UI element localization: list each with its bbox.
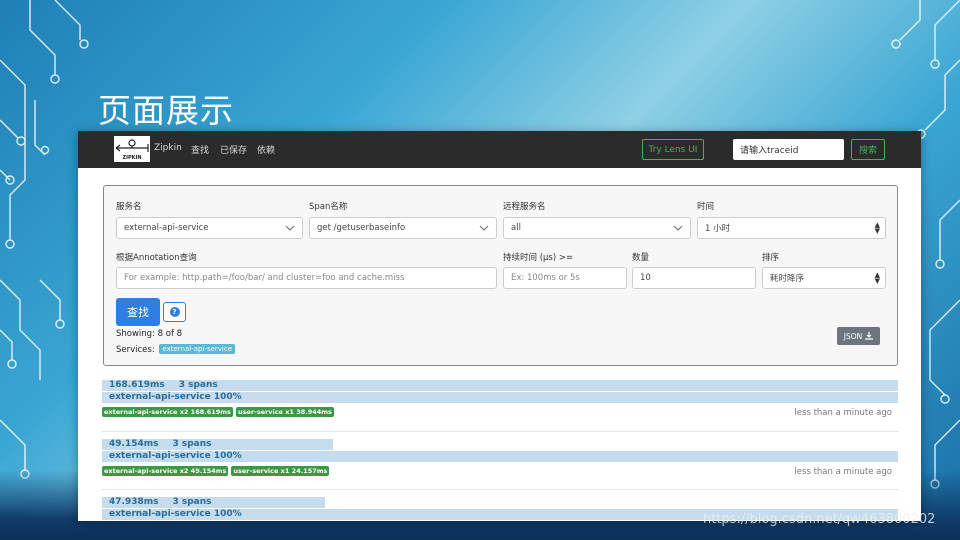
logo-text: ZIPKIN — [122, 155, 141, 161]
trace-timestamp: less than a minute ago — [794, 467, 892, 477]
trace-span-count: 3 spans — [172, 439, 212, 449]
duration-input[interactable]: Ex: 100ms or 5s — [503, 267, 627, 289]
search-panel: 服务名 external-api-service Span名称 get /get… — [103, 185, 898, 366]
trace-row[interactable]: 49.154ms 3 spans external-api-service 100… — [102, 439, 898, 479]
annotation-input[interactable]: For example: http.path=/foo/bar/ and clu… — [116, 267, 497, 289]
find-button[interactable]: 查找 — [116, 298, 160, 326]
json-button[interactable]: JSON — [837, 327, 880, 345]
trace-tags: external-api-service x2 49.154ms user-se… — [102, 466, 330, 476]
zipkin-logo[interactable]: ZIPKIN — [114, 136, 150, 162]
service-tag: user-service x1 24.157ms — [231, 466, 330, 476]
remote-service-select-value: all — [511, 223, 521, 233]
service-tag: external-api-service x2 49.154ms — [102, 466, 229, 476]
updown-arrows-icon: ▲ ▼ — [874, 221, 880, 235]
json-button-label: JSON — [843, 331, 863, 341]
duration-label: 持续时间 (μs) >= — [503, 253, 574, 263]
try-lens-ui-button[interactable]: Try Lens UI — [642, 139, 704, 160]
navbar: ZIPKIN Zipkin 查找 已保存 依赖 Try Lens UI 请输入t… — [78, 131, 921, 168]
span-name-label: Span名称 — [309, 202, 348, 212]
updown-arrows-icon: ▲ ▼ — [874, 271, 880, 285]
chevron-down-icon — [285, 225, 295, 231]
time-label: 时间 — [697, 202, 715, 212]
row-divider — [102, 431, 898, 432]
services-label: Services: — [116, 345, 155, 355]
trace-duration-bar: 49.154ms 3 spans — [102, 439, 333, 450]
brand-name[interactable]: Zipkin — [154, 143, 182, 153]
nav-link-saved[interactable]: 已保存 — [220, 143, 247, 156]
span-name-select[interactable]: get /getuserbaseinfo — [309, 217, 497, 239]
trace-service-bar: external-api-service 100% — [102, 392, 898, 403]
nav-link-find[interactable]: 查找 — [191, 143, 209, 156]
remote-service-label: 远程服务名 — [503, 202, 546, 212]
time-select-value: 1 小时 — [705, 224, 731, 234]
row-divider — [102, 489, 898, 490]
service-tag: external-api-service x2 168.619ms — [102, 407, 233, 417]
download-icon — [865, 332, 874, 340]
service-select-value: external-api-service — [124, 223, 209, 233]
trace-duration-bar: 47.938ms 3 spans — [102, 497, 325, 508]
chevron-down-icon — [673, 225, 683, 231]
slide-title: 页面展示 — [98, 91, 234, 130]
trace-duration: 49.154ms — [109, 439, 159, 449]
trace-row[interactable]: 168.619ms 3 spans external-api-service 10… — [102, 380, 898, 420]
sort-select-value: 耗时降序 — [770, 274, 805, 284]
watermark: https://blog.csdn.net/qw463800202 — [703, 512, 936, 527]
chevron-down-icon — [479, 225, 489, 231]
zipkin-screenshot: ZIPKIN Zipkin 查找 已保存 依赖 Try Lens UI 请输入t… — [78, 131, 921, 521]
help-button[interactable]: ? — [163, 302, 186, 322]
trace-tags: external-api-service x2 168.619ms user-s… — [102, 407, 334, 417]
nav-link-dependencies[interactable]: 依赖 — [257, 143, 275, 156]
showing-count: Showing: 8 of 8 — [116, 329, 183, 339]
service-label: 服务名 — [116, 202, 142, 212]
question-icon: ? — [169, 307, 180, 317]
time-select[interactable]: 1 小时 ▲ ▼ — [697, 217, 886, 239]
annotation-label: 根据Annotation查询 — [116, 253, 197, 263]
service-badge[interactable]: external-api-service — [159, 344, 236, 354]
trace-duration: 47.938ms — [109, 497, 159, 507]
trace-service-bar: external-api-service 100% — [102, 451, 898, 462]
trace-span-count: 3 spans — [178, 380, 218, 390]
limit-input[interactable]: 10 — [632, 267, 756, 289]
trace-duration-bar: 168.619ms 3 spans — [102, 380, 898, 391]
remote-service-select[interactable]: all — [503, 217, 691, 239]
trace-timestamp: less than a minute ago — [794, 408, 892, 418]
trace-span-count: 3 spans — [172, 497, 212, 507]
service-select[interactable]: external-api-service — [116, 217, 303, 239]
sort-label: 排序 — [762, 253, 780, 263]
span-name-select-value: get /getuserbaseinfo — [317, 223, 406, 233]
services-row: Services: external-api-service — [116, 344, 236, 355]
sort-select[interactable]: 耗时降序 ▲ ▼ — [762, 267, 886, 289]
limit-label: 数量 — [632, 253, 650, 263]
traceid-input[interactable]: 请输入traceid — [733, 139, 844, 160]
search-button[interactable]: 搜索 — [851, 139, 885, 160]
zipkin-logo-icon: ZIPKIN — [115, 139, 149, 161]
trace-duration: 168.619ms — [109, 380, 165, 390]
service-tag: user-service x1 38.944ms — [235, 407, 334, 417]
